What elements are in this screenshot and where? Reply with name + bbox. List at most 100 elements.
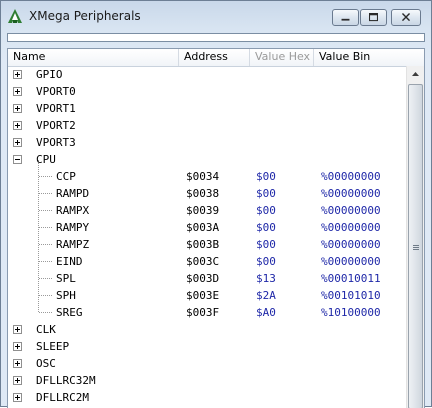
register-value-hex[interactable]: $00: [256, 170, 276, 183]
tree-item-label: DFLLRC32M: [36, 374, 96, 387]
close-button[interactable]: [391, 9, 421, 26]
column-header: Name Address Value Hex Value Bin: [8, 49, 424, 67]
tree-connector: [39, 312, 52, 313]
register-value-hex[interactable]: $00: [256, 221, 276, 234]
expand-icon[interactable]: [13, 359, 22, 368]
thumb-grip-line: [413, 247, 419, 248]
register-row-sph[interactable]: SPH $003E $2A %00101010: [8, 287, 406, 304]
register-value-hex[interactable]: $00: [256, 187, 276, 200]
register-row-spl[interactable]: SPL $003D $13 %00010011: [8, 270, 406, 287]
tree-row-dfllrc2m[interactable]: DFLLRC2M: [8, 389, 406, 406]
register-name: EIND: [56, 255, 83, 268]
app-logo-icon: [8, 9, 22, 23]
expand-icon[interactable]: [13, 325, 22, 334]
tree-item-label: VPORT3: [36, 136, 76, 149]
expand-icon[interactable]: [13, 138, 22, 147]
register-name: RAMPZ: [56, 238, 90, 251]
register-address: $0038: [186, 187, 220, 200]
tree-row-cpu[interactable]: CPU: [8, 151, 406, 168]
register-value-bin[interactable]: %00101010: [321, 289, 381, 302]
register-name: RAMPY: [56, 221, 90, 234]
register-row-ccp[interactable]: CCP $0034 $00 %00000000: [8, 168, 406, 185]
tree-rows: GPIO VPORT0 VPORT1 VPORT2 VPORT3 CPU CCP…: [8, 66, 406, 408]
register-value-bin[interactable]: %00000000: [321, 204, 381, 217]
register-value-bin[interactable]: %10100000: [321, 306, 381, 319]
tree-connector: [39, 278, 52, 279]
register-value-bin[interactable]: %00000000: [321, 221, 381, 234]
value-bin-column-header[interactable]: Value Bin: [314, 49, 424, 66]
tree-row-dfllrc32m[interactable]: DFLLRC32M: [8, 372, 406, 389]
register-value-bin[interactable]: %00000000: [321, 170, 381, 183]
minimize-icon: [341, 18, 350, 21]
register-row-rampy[interactable]: RAMPY $003A $00 %00000000: [8, 219, 406, 236]
tree-item-label: VPORT2: [36, 119, 76, 132]
close-icon: [401, 13, 411, 22]
expand-icon[interactable]: [13, 342, 22, 351]
register-row-rampz[interactable]: RAMPZ $003B $00 %00000000: [8, 236, 406, 253]
value-hex-column-header[interactable]: Value Hex: [250, 49, 314, 66]
register-row-sreg[interactable]: SREG $003F $A0 %10100000: [8, 304, 406, 321]
register-name: RAMPX: [56, 204, 90, 217]
minimize-button[interactable]: [332, 9, 359, 26]
tree-item-label: CPU: [36, 153, 56, 166]
thumb-grip-line: [413, 245, 419, 246]
maximize-button[interactable]: [360, 9, 387, 26]
scroll-up-arrow-icon[interactable]: [407, 66, 424, 83]
tree-connector: [39, 244, 52, 245]
thumb-grip-line: [413, 249, 419, 250]
register-row-rampx[interactable]: RAMPX $0039 $00 %00000000: [8, 202, 406, 219]
address-column-header[interactable]: Address: [179, 49, 250, 66]
register-value-bin[interactable]: %00010011: [321, 272, 381, 285]
expand-icon[interactable]: [13, 393, 22, 402]
tree-row-vport3[interactable]: VPORT3: [8, 134, 406, 151]
register-row-eind[interactable]: EIND $003C $00 %00000000: [8, 253, 406, 270]
register-value-hex[interactable]: $13: [256, 272, 276, 285]
register-address: $003E: [186, 289, 220, 302]
name-column-header[interactable]: Name: [8, 49, 179, 66]
expand-icon[interactable]: [13, 104, 22, 113]
register-value-hex[interactable]: $00: [256, 238, 276, 251]
tree-connector: [39, 295, 52, 296]
register-value-hex[interactable]: $A0: [256, 306, 276, 319]
tree-connector: [39, 176, 52, 177]
tree-item-label: GPIO: [36, 68, 63, 81]
collapse-icon[interactable]: [13, 155, 22, 164]
tree-item-label: DFLLRC2M: [36, 391, 89, 404]
register-row-rampd[interactable]: RAMPD $0038 $00 %00000000: [8, 185, 406, 202]
register-value-hex[interactable]: $2A: [256, 289, 276, 302]
register-address: $0034: [186, 170, 220, 183]
address-input[interactable]: [7, 33, 425, 42]
scrollbar-thumb[interactable]: [408, 84, 423, 408]
register-name: CCP: [56, 170, 76, 183]
register-value-bin[interactable]: %00000000: [321, 238, 381, 251]
tree-item-label: OSC: [36, 357, 56, 370]
peripherals-window: XMega Peripherals Name Address Value Hex…: [0, 0, 432, 408]
register-name: SPH: [56, 289, 76, 302]
register-address: $0039: [186, 204, 220, 217]
expand-icon[interactable]: [13, 376, 22, 385]
register-value-bin[interactable]: %00000000: [321, 187, 381, 200]
register-value-bin[interactable]: %00000000: [321, 255, 381, 268]
tree-row-clk[interactable]: CLK: [8, 321, 406, 338]
tree-row-vport0[interactable]: VPORT0: [8, 83, 406, 100]
expand-icon[interactable]: [13, 121, 22, 130]
register-value-hex[interactable]: $00: [256, 255, 276, 268]
tree-row-vport2[interactable]: VPORT2: [8, 117, 406, 134]
register-address: $003F: [186, 306, 220, 319]
register-value-hex[interactable]: $00: [256, 204, 276, 217]
register-address: $003D: [186, 272, 220, 285]
expand-icon[interactable]: [13, 87, 22, 96]
tree-row-osc[interactable]: OSC: [8, 355, 406, 372]
vertical-scrollbar[interactable]: [406, 66, 424, 408]
title-bar[interactable]: XMega Peripherals: [1, 1, 431, 31]
register-address: $003C: [186, 255, 220, 268]
expand-icon[interactable]: [13, 70, 22, 79]
register-address: $003B: [186, 238, 220, 251]
tree-row-gpio[interactable]: GPIO: [8, 66, 406, 83]
tree-row-sleep[interactable]: SLEEP: [8, 338, 406, 355]
tree-connector: [39, 210, 52, 211]
tree-item-label: VPORT1: [36, 102, 76, 115]
window-title: XMega Peripherals: [29, 9, 141, 23]
maximize-icon: [369, 13, 378, 22]
tree-row-vport1[interactable]: VPORT1: [8, 100, 406, 117]
